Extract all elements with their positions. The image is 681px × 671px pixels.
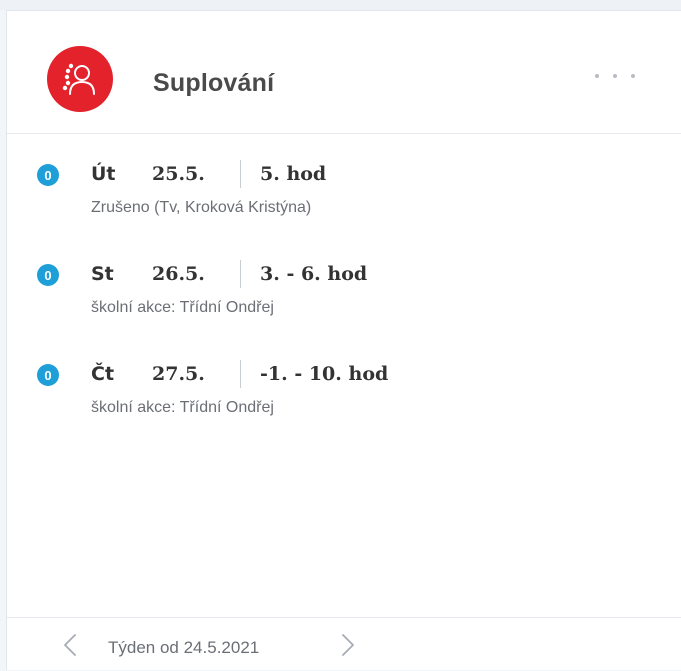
week-label: Týden od 24.5.2021 — [108, 638, 260, 657]
date-label: 25.5. — [152, 163, 205, 185]
date-label: 27.5. — [152, 363, 205, 385]
separator — [240, 160, 241, 188]
hour-label: 3. - 6. hod — [260, 263, 368, 285]
day-label: St — [91, 263, 114, 285]
more-options-button[interactable] — [595, 68, 635, 84]
substitution-card: Suplování 0 Út 25.5. 5. hod Zrušeno (Tv,… — [6, 10, 681, 670]
separator — [240, 360, 241, 388]
card-header: Suplování — [7, 11, 681, 134]
person-swap-icon — [47, 46, 113, 112]
previous-week-button[interactable] — [59, 632, 81, 658]
item-description: školní akce: Třídní Ondřej — [91, 299, 274, 316]
card-title: Suplování — [153, 69, 275, 97]
hour-label: 5. hod — [260, 163, 327, 185]
count-badge: 0 — [37, 164, 59, 186]
list-item[interactable]: 0 St 26.5. 3. - 6. hod školní akce: Tříd… — [7, 258, 681, 328]
separator — [240, 260, 241, 288]
count-badge: 0 — [37, 364, 59, 386]
chevron-right-icon — [342, 634, 354, 656]
date-label: 26.5. — [152, 263, 205, 285]
top-strip — [0, 0, 681, 10]
item-description: školní akce: Třídní Ondřej — [91, 399, 274, 416]
next-week-button[interactable] — [337, 632, 359, 658]
chevron-left-icon — [64, 634, 76, 656]
list-item[interactable]: 0 Út 25.5. 5. hod Zrušeno (Tv, Kroková K… — [7, 158, 681, 228]
day-label: Čt — [91, 363, 115, 385]
week-navigation: Týden od 24.5.2021 — [7, 617, 681, 671]
more-horizontal-icon — [595, 74, 599, 78]
list-item[interactable]: 0 Čt 27.5. -1. - 10. hod školní akce: Tř… — [7, 358, 681, 428]
item-description: Zrušeno (Tv, Kroková Kristýna) — [91, 199, 312, 216]
count-badge: 0 — [37, 264, 59, 286]
day-label: Út — [91, 163, 116, 185]
hour-label: -1. - 10. hod — [260, 363, 389, 385]
